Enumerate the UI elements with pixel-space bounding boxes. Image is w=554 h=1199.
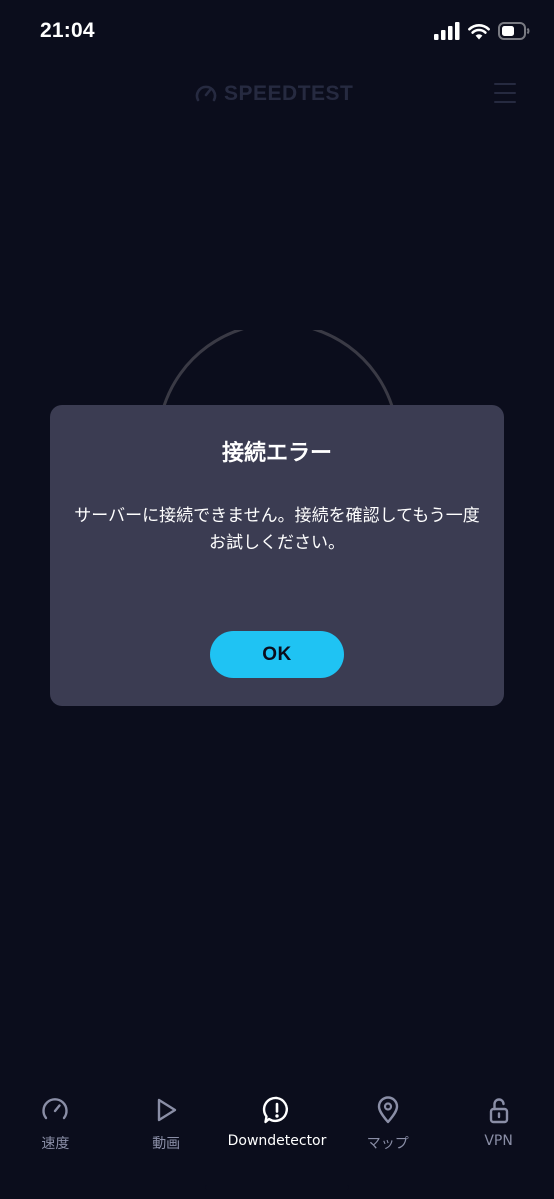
wifi-icon — [468, 23, 490, 39]
screen: 21:04 SPEEDTEST 接続エラー サーバーに接続できません。接続を確認… — [0, 0, 554, 1199]
app-header: SPEEDTEST — [0, 70, 554, 120]
dialog-title: 接続エラー — [221, 441, 332, 466]
bottom-tab-bar: 速度 動画 Downdetector マップ VPN — [0, 1095, 554, 1165]
tab-vpn[interactable]: VPN — [443, 1095, 554, 1165]
hamburger-menu-icon[interactable] — [494, 83, 516, 105]
connection-error-dialog: 接続エラー サーバーに接続できません。接続を確認してもう一度お試しください。 O… — [50, 405, 504, 706]
speedometer-icon — [40, 1095, 70, 1125]
dialog-message: サーバーに接続できません。接続を確認してもう一度お試しください。 — [74, 506, 480, 553]
play-icon — [151, 1095, 181, 1125]
home-indicator — [205, 1185, 349, 1190]
battery-icon — [498, 22, 530, 40]
lock-icon — [484, 1095, 514, 1125]
speedtest-logo: SPEEDTEST — [194, 82, 353, 106]
tab-video[interactable]: 動画 — [111, 1095, 222, 1165]
tab-label: 速度 — [41, 1136, 70, 1152]
status-time: 21:04 — [40, 19, 95, 42]
tab-label: Downdetector — [227, 1133, 327, 1149]
tab-speed[interactable]: 速度 — [0, 1095, 111, 1165]
cellular-signal-icon — [434, 22, 460, 40]
status-icons — [434, 22, 530, 40]
tab-label: VPN — [484, 1133, 513, 1149]
logo-text: SPEEDTEST — [224, 82, 354, 105]
status-bar: 21:04 — [0, 0, 554, 66]
tab-label: マップ — [366, 1136, 409, 1152]
map-pin-icon — [373, 1095, 403, 1125]
ok-button[interactable]: OK — [210, 631, 344, 678]
speedometer-logo-icon — [195, 85, 217, 102]
tab-downdetector[interactable]: Downdetector — [222, 1095, 333, 1165]
tab-map[interactable]: マップ — [332, 1095, 443, 1165]
tab-label: 動画 — [152, 1136, 181, 1152]
alert-icon — [262, 1095, 292, 1125]
